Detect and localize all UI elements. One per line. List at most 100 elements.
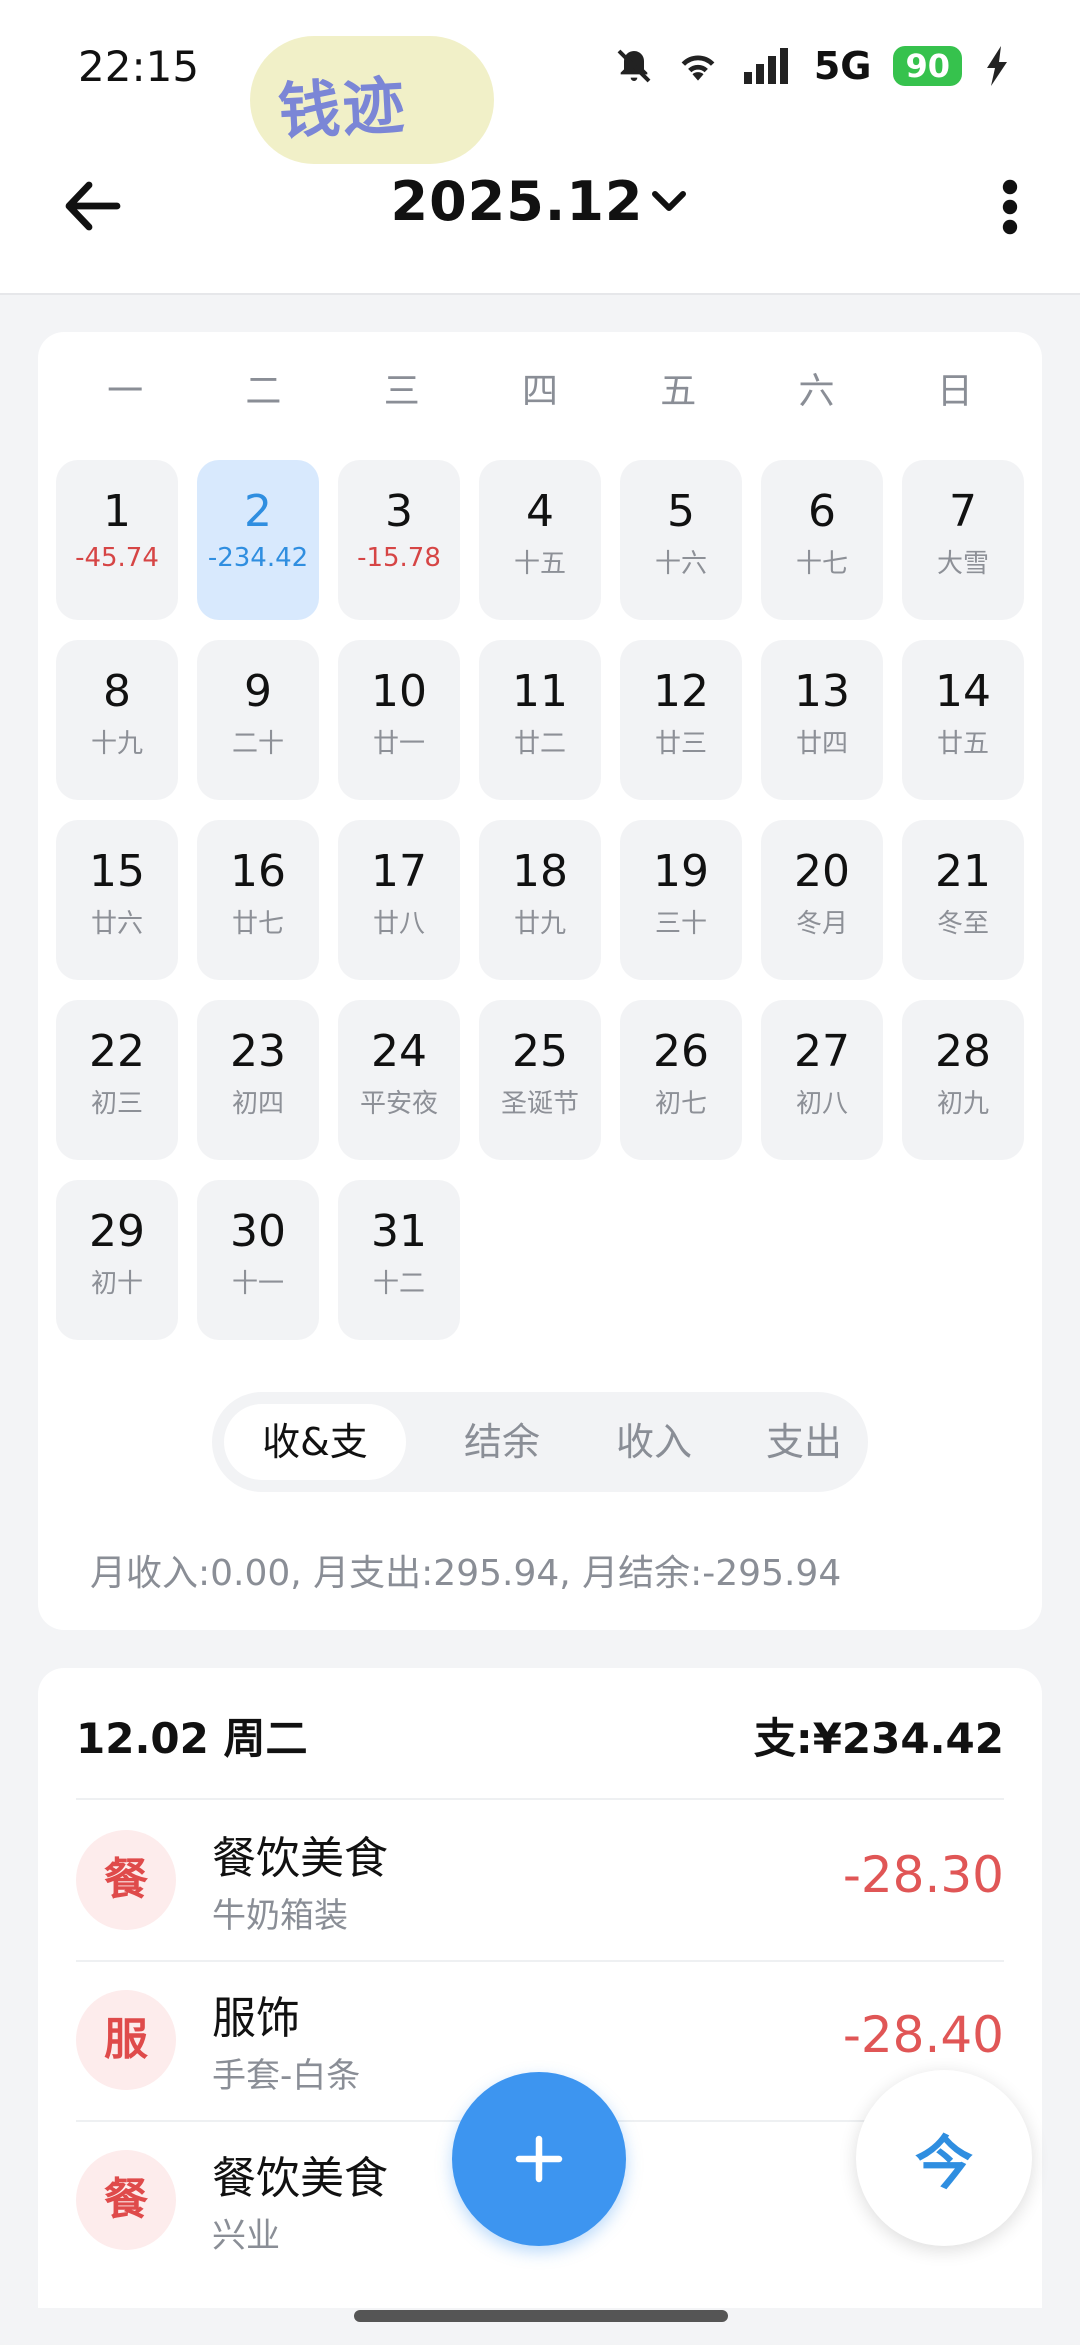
day-number: 30 (230, 1206, 286, 1257)
day-number: 28 (935, 1026, 991, 1077)
status-time: 22:15 (78, 42, 200, 91)
day-number: 3 (385, 486, 413, 537)
calendar-day-30[interactable]: 30 十一 (197, 1180, 319, 1340)
day-number: 12 (653, 666, 709, 717)
add-record-button[interactable] (452, 2072, 626, 2246)
calendar-day-18[interactable]: 18 廿九 (479, 820, 601, 980)
calendar-day-20[interactable]: 20 冬月 (761, 820, 883, 980)
day-number: 24 (371, 1026, 427, 1077)
day-lunar-label: 冬月 (795, 909, 848, 939)
view-segment-control: 收&支 结余 收入 支出 (212, 1392, 868, 1492)
weekday-label: 四 (521, 371, 558, 412)
day-number: 14 (935, 666, 991, 717)
day-number: 13 (794, 666, 850, 717)
calendar-day-4[interactable]: 4 十五 (479, 460, 601, 620)
day-lunar-label: 廿四 (795, 729, 848, 759)
day-number: 7 (949, 486, 977, 537)
record-amount: -28.40 (842, 2006, 1004, 2064)
status-icons: 5G 90 (614, 44, 1010, 88)
day-number: 10 (371, 666, 427, 717)
calendar-day-7[interactable]: 7 大雪 (902, 460, 1024, 620)
calendar-day-26[interactable]: 26 初七 (620, 1000, 742, 1160)
calendar-day-27[interactable]: 27 初八 (761, 1000, 883, 1160)
calendar-day-12[interactable]: 12 廿三 (620, 640, 742, 800)
day-lunar-label: 廿三 (654, 729, 707, 759)
more-menu-button[interactable] (980, 172, 1040, 242)
wifi-icon (681, 55, 715, 81)
records-day-header: 12.02 周二 支:¥234.42 (76, 1700, 1004, 1770)
day-expense: -45.74 (75, 543, 159, 573)
calendar-day-19[interactable]: 19 三十 (620, 820, 742, 980)
day-lunar-label: 初八 (795, 1089, 848, 1119)
weekday-label: 二 (245, 371, 282, 412)
day-number: 20 (794, 846, 850, 897)
segment-tab[interactable]: 收入 (592, 1404, 716, 1480)
calendar-day-29[interactable]: 29 初十 (56, 1180, 178, 1340)
calendar-day-23[interactable]: 23 初四 (197, 1000, 319, 1160)
day-number: 4 (526, 486, 554, 537)
weekday-label: 六 (798, 371, 835, 412)
plus-icon (515, 2135, 563, 2183)
month-selector[interactable]: 2025.12 (0, 170, 1080, 233)
charging-icon (987, 46, 1007, 86)
calendar-day-25[interactable]: 25 圣诞节 (479, 1000, 601, 1160)
segment-tab[interactable]: 支出 (742, 1404, 866, 1480)
day-lunar-label: 廿五 (936, 729, 989, 759)
day-number: 11 (512, 666, 568, 717)
bell-muted-icon (617, 49, 651, 83)
day-number: 9 (244, 666, 272, 717)
day-number: 1 (103, 486, 131, 537)
calendar-day-6[interactable]: 6 十七 (761, 460, 883, 620)
calendar-day-28[interactable]: 28 初九 (902, 1000, 1024, 1160)
records-date: 12.02 周二 (76, 1713, 308, 1763)
calendar-day-5[interactable]: 5 十六 (620, 460, 742, 620)
day-lunar-label: 大雪 (936, 549, 989, 579)
calendar-day-10[interactable]: 10 廿一 (338, 640, 460, 800)
calendar-day-31[interactable]: 31 十二 (338, 1180, 460, 1340)
day-lunar-label: 廿二 (513, 729, 566, 759)
day-lunar-label: 三十 (654, 909, 707, 939)
day-lunar-label: 十二 (372, 1269, 425, 1299)
day-number: 27 (794, 1026, 850, 1077)
day-number: 2 (244, 486, 272, 537)
day-number: 15 (89, 846, 145, 897)
day-expense: -15.78 (357, 543, 441, 573)
segment-tab[interactable]: 结余 (440, 1404, 564, 1480)
calendar-day-22[interactable]: 22 初三 (56, 1000, 178, 1160)
category-badge: 餐 (76, 1830, 176, 1930)
today-button[interactable]: 今 (856, 2070, 1032, 2246)
day-lunar-label: 平安夜 (359, 1089, 438, 1119)
record-row[interactable]: 餐餐饮美食 牛奶箱装 -28.30 (38, 1800, 1042, 1960)
segment-tab[interactable]: 收&支 (224, 1404, 406, 1480)
day-lunar-label: 初三 (90, 1089, 143, 1119)
day-lunar-label: 圣诞节 (500, 1089, 579, 1119)
record-note: 手套-白条 (212, 2056, 361, 2096)
calendar-day-21[interactable]: 21 冬至 (902, 820, 1024, 980)
weekday-label: 五 (660, 371, 697, 412)
calendar-day-9[interactable]: 9 二十 (197, 640, 319, 800)
calendar-day-15[interactable]: 15 廿六 (56, 820, 178, 980)
calendar-day-11[interactable]: 11 廿二 (479, 640, 601, 800)
calendar-day-2[interactable]: 2 -234.42 (197, 460, 319, 620)
app-logo: 钱迹 (250, 36, 494, 164)
weekday-label: 日 (936, 371, 973, 412)
calendar-day-1[interactable]: 1 -45.74 (56, 460, 178, 620)
day-number: 23 (230, 1026, 286, 1077)
calendar-day-13[interactable]: 13 廿四 (761, 640, 883, 800)
record-note: 牛奶箱装 (212, 1896, 348, 1936)
day-number: 29 (89, 1206, 145, 1257)
day-expense: -234.42 (207, 543, 309, 573)
day-number: 18 (512, 846, 568, 897)
calendar-day-14[interactable]: 14 廿五 (902, 640, 1024, 800)
day-number: 17 (371, 846, 427, 897)
records-day-total: 支:¥234.42 (753, 1713, 1004, 1763)
record-amount: -28.30 (842, 1846, 1004, 1904)
calendar-day-24[interactable]: 24 平安夜 (338, 1000, 460, 1160)
record-category: 服饰 (212, 1993, 300, 2044)
calendar-day-17[interactable]: 17 廿八 (338, 820, 460, 980)
calendar-day-16[interactable]: 16 廿七 (197, 820, 319, 980)
day-lunar-label: 初九 (936, 1089, 989, 1119)
calendar-day-8[interactable]: 8 十九 (56, 640, 178, 800)
day-lunar-label: 廿七 (231, 909, 284, 939)
calendar-day-3[interactable]: 3 -15.78 (338, 460, 460, 620)
